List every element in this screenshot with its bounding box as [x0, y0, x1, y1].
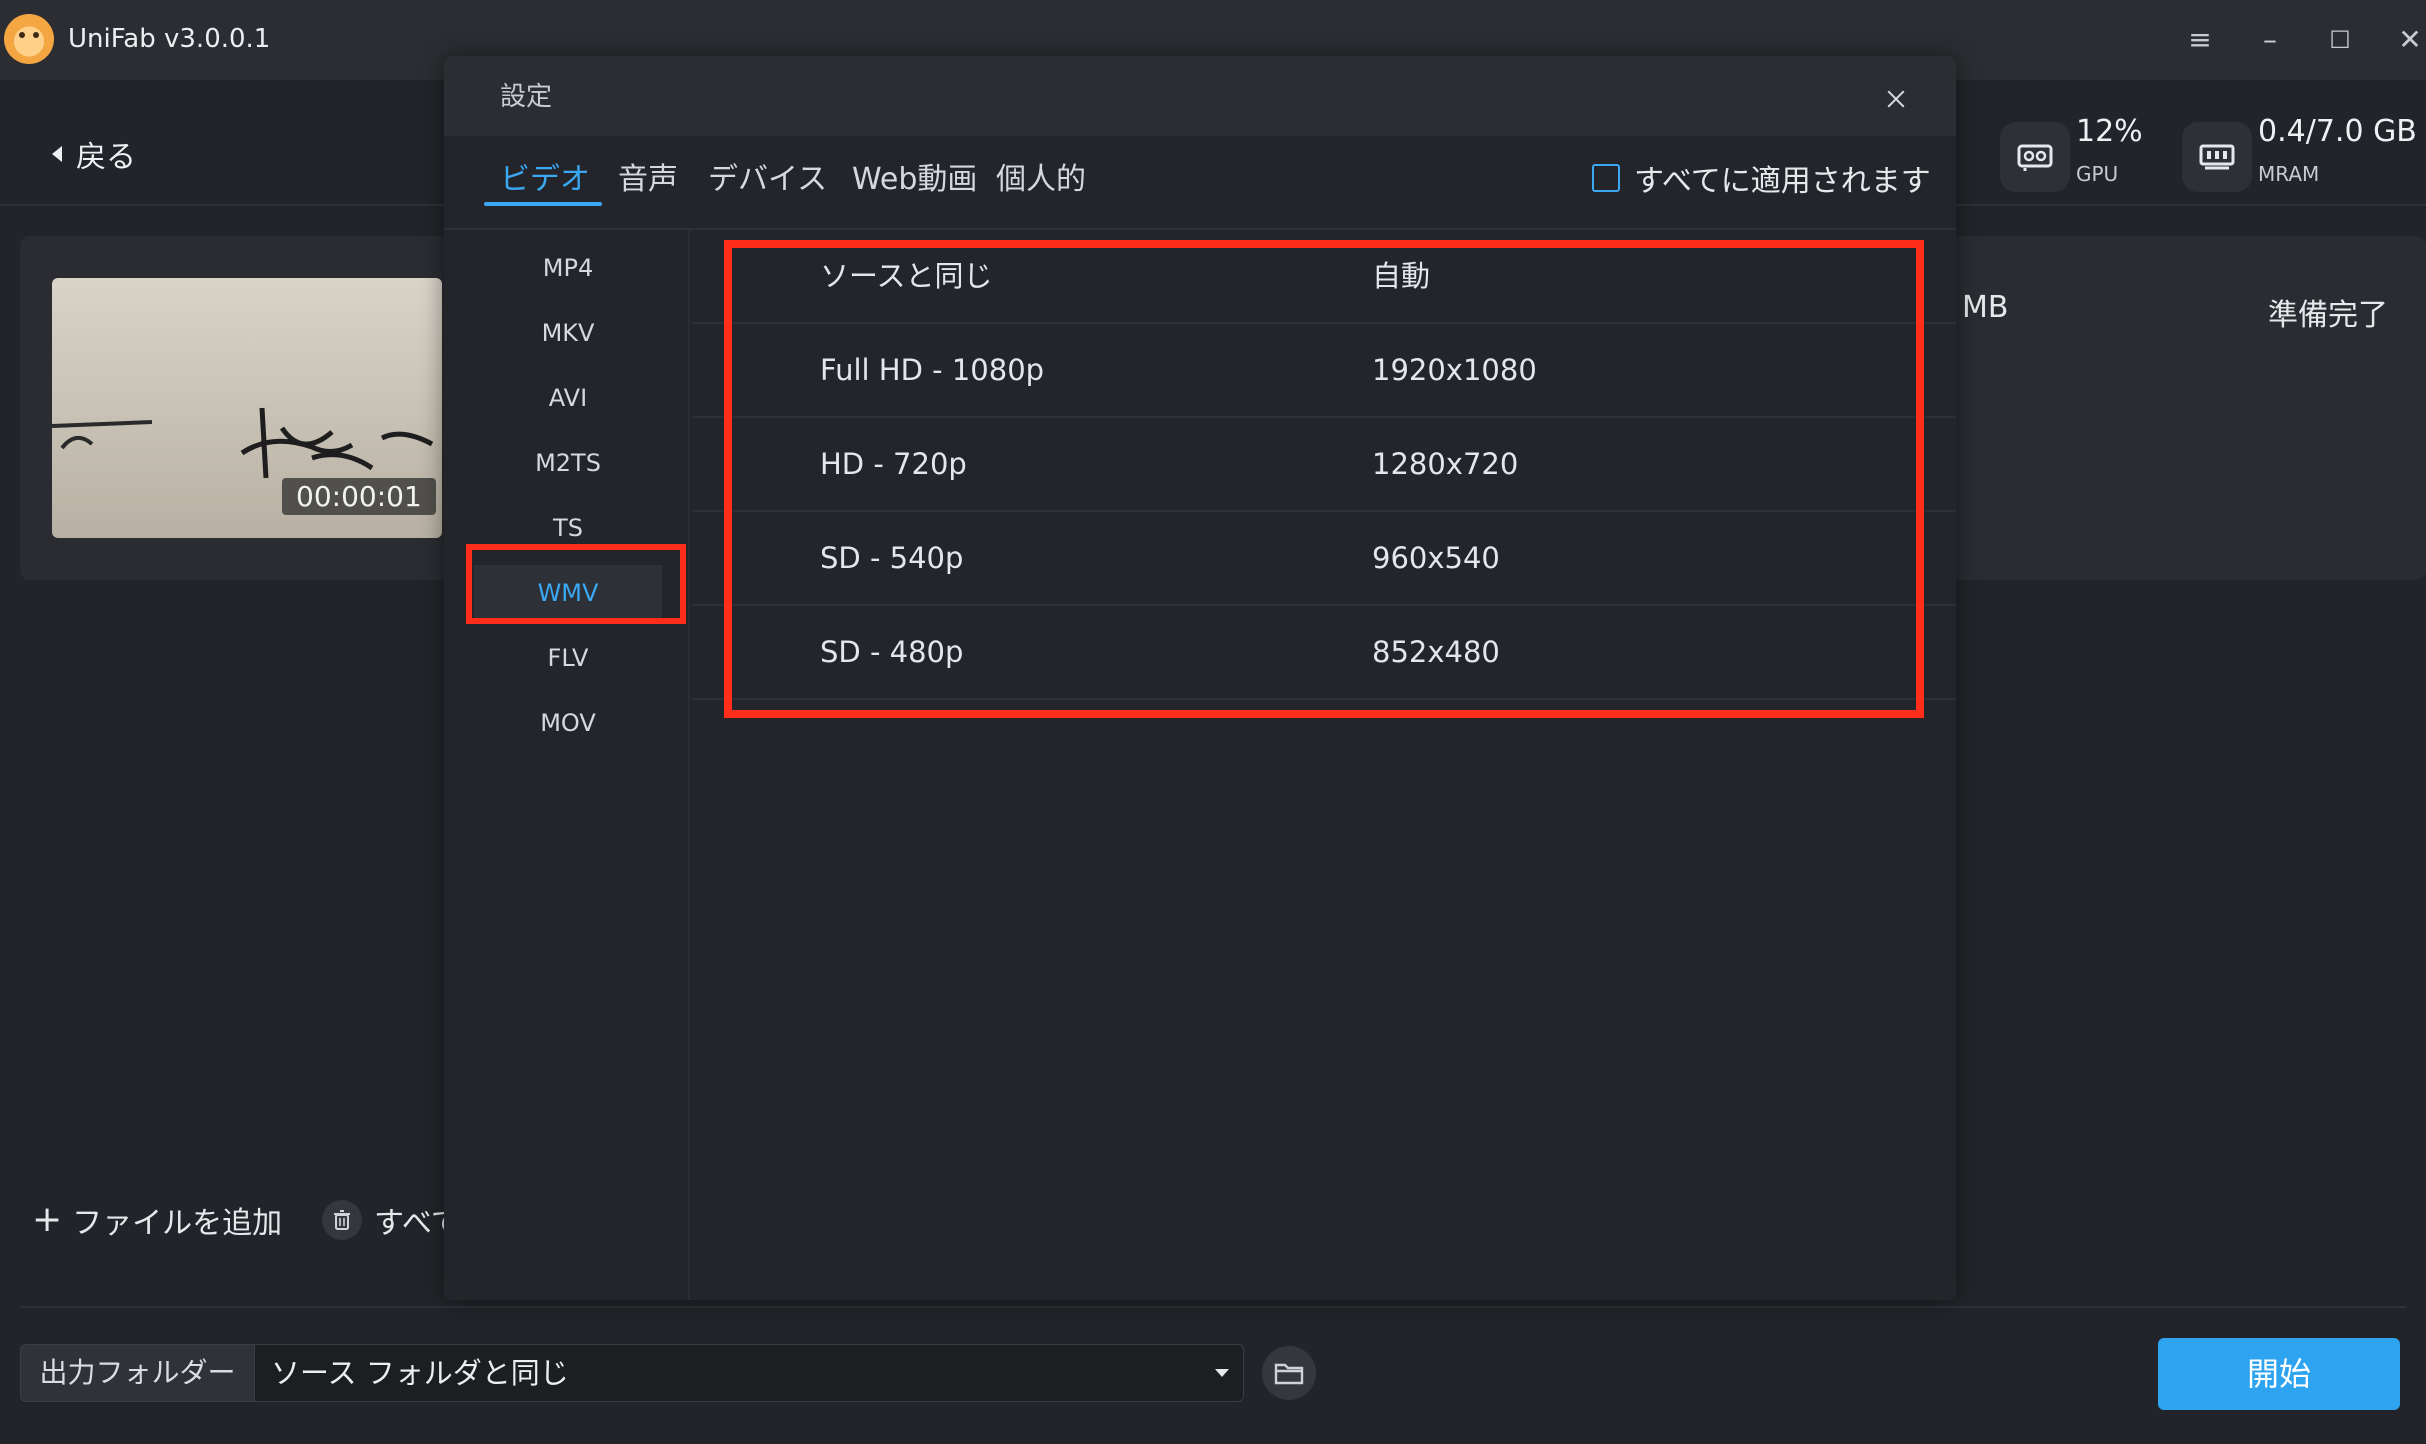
- file-status: 準備完了: [2268, 298, 2388, 333]
- delete-all-button[interactable]: すべて: [322, 1198, 461, 1242]
- format-mov[interactable]: MOV: [474, 695, 662, 751]
- start-button[interactable]: 開始: [2158, 1338, 2400, 1410]
- mram-icon: [2182, 122, 2252, 192]
- back-arrow-icon: [52, 146, 62, 162]
- dialog-title: 設定: [500, 82, 553, 112]
- add-file-label: ファイルを追加: [72, 1206, 283, 1241]
- format-flv[interactable]: FLV: [474, 630, 662, 686]
- format-list: MP4 MKV AVI M2TS TS WMV FLV MOV: [444, 230, 690, 1300]
- maximize-icon[interactable]: ☐: [2318, 18, 2362, 62]
- tab-video[interactable]: ビデオ: [500, 154, 590, 206]
- output-folder-value: ソース フォルダと同じ: [271, 1356, 569, 1390]
- active-tab-indicator: [484, 202, 602, 206]
- resolution-highlight-box: [724, 240, 1924, 718]
- back-label: 戻る: [76, 140, 136, 175]
- trash-icon: [322, 1200, 362, 1240]
- folder-icon: [1274, 1363, 1304, 1385]
- mram-value: 0.4/7.0 GB: [2258, 114, 2417, 149]
- gpu-icon: [2000, 122, 2070, 192]
- tab-audio[interactable]: 音声: [618, 154, 678, 206]
- dialog-header: [444, 56, 1956, 136]
- format-m2ts[interactable]: M2TS: [474, 435, 662, 491]
- format-mp4[interactable]: MP4: [474, 240, 662, 296]
- gpu-label: GPU: [2076, 162, 2119, 186]
- app-logo: [4, 14, 54, 64]
- dialog-close-icon[interactable]: [1876, 80, 1916, 120]
- apply-all-checkbox[interactable]: [1592, 164, 1620, 192]
- tab-web-video[interactable]: Web動画: [852, 154, 977, 206]
- output-folder-select[interactable]: ソース フォルダと同じ: [254, 1344, 1244, 1402]
- add-file-button[interactable]: + ファイルを追加: [32, 1198, 282, 1242]
- gpu-value: 12%: [2076, 114, 2143, 149]
- menu-icon[interactable]: ≡: [2178, 18, 2222, 62]
- apply-all-label: すべてに適用されます: [1634, 164, 1931, 199]
- plus-icon: +: [32, 1199, 63, 1240]
- tab-device[interactable]: デバイス: [708, 154, 827, 206]
- format-highlight-box: [466, 544, 686, 624]
- file-size: MB: [1962, 290, 2009, 325]
- dropdown-arrow-icon: [1215, 1369, 1229, 1377]
- browse-folder-button[interactable]: [1262, 1346, 1316, 1400]
- format-avi[interactable]: AVI: [474, 370, 662, 426]
- back-button[interactable]: 戻る: [52, 130, 136, 178]
- output-folder-label: 出力フォルダー: [20, 1344, 254, 1402]
- minimize-icon[interactable]: –: [2248, 18, 2292, 62]
- footer-divider: [20, 1306, 2406, 1308]
- close-icon[interactable]: ✕: [2388, 18, 2426, 62]
- format-mkv[interactable]: MKV: [474, 305, 662, 361]
- video-duration: 00:00:01: [282, 478, 436, 515]
- mram-label: MRAM: [2258, 162, 2320, 186]
- apply-all-option[interactable]: すべてに適用されます: [1592, 156, 1931, 200]
- tab-personal[interactable]: 個人的: [996, 154, 1086, 206]
- app-title: UniFab v3.0.0.1: [68, 24, 271, 54]
